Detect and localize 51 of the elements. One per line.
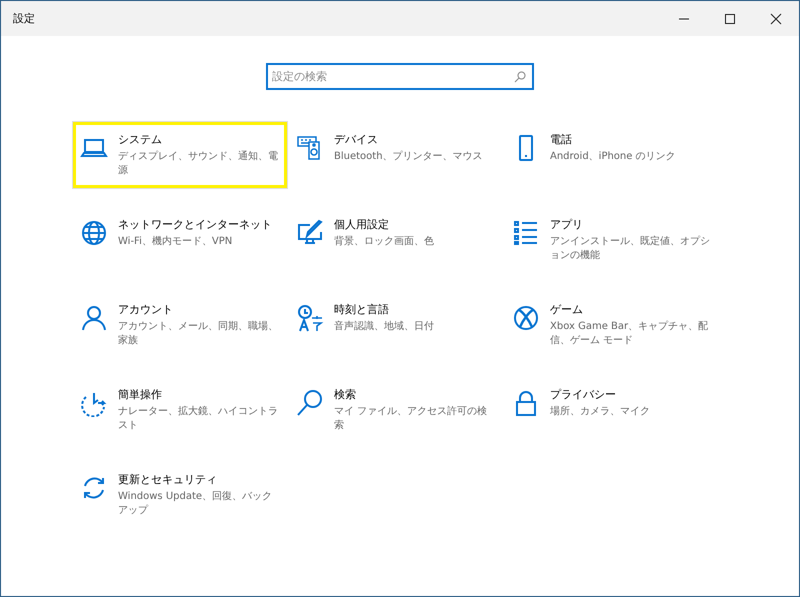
x-circle-icon bbox=[512, 304, 540, 332]
category-description: Wi-Fi、機内モード、VPN bbox=[118, 235, 234, 249]
person-icon bbox=[80, 304, 108, 332]
close-icon bbox=[770, 12, 782, 24]
category-description: アカウント、メール、同期、職場、家族 bbox=[118, 320, 279, 348]
maximize-icon bbox=[724, 12, 736, 24]
list-icon bbox=[512, 219, 540, 247]
category-title: システム bbox=[118, 132, 163, 147]
globe-icon bbox=[80, 219, 108, 247]
settings-category[interactable]: 個人用設定 背景、ロック画面、色 bbox=[289, 207, 503, 271]
settings-category[interactable]: ゲーム Xbox Game Bar、キャプチャ、配信、ゲーム モード bbox=[505, 292, 719, 358]
clock-letter-icon bbox=[296, 304, 324, 332]
settings-category[interactable]: 検索 マイ ファイル、アクセス許可の検索 bbox=[289, 377, 503, 443]
category-description: Xbox Game Bar、キャプチャ、配信、ゲーム モード bbox=[550, 320, 710, 348]
settings-category[interactable]: 時刻と言語 音声認識、地域、日付 bbox=[289, 292, 503, 356]
category-description: Windows Update、回復、バックアップ bbox=[118, 490, 274, 518]
search-field[interactable]: 設定の検索 bbox=[266, 63, 534, 90]
category-title: 更新とセキュリティ bbox=[118, 472, 218, 487]
category-title: 検索 bbox=[334, 387, 357, 402]
category-title: アプリ bbox=[550, 217, 584, 232]
search-icon bbox=[296, 389, 324, 417]
category-description: 場所、カメラ、マイク bbox=[550, 405, 651, 419]
search-icon bbox=[514, 71, 526, 83]
category-description: ディスプレイ、サウンド、通知、電源 bbox=[118, 150, 279, 178]
category-description: 音声認識、地域、日付 bbox=[334, 320, 435, 334]
category-title: 時刻と言語 bbox=[334, 302, 390, 317]
category-title: プライバシー bbox=[550, 387, 617, 402]
category-description: Android、iPhone のリンク bbox=[550, 150, 677, 164]
settings-category[interactable]: プライバシー 場所、カメラ、マイク bbox=[505, 377, 719, 441]
settings-category[interactable]: システム ディスプレイ、サウンド、通知、電源 bbox=[73, 122, 287, 188]
settings-category[interactable]: 電話 Android、iPhone のリンク bbox=[505, 122, 719, 186]
category-description: 背景、ロック画面、色 bbox=[334, 235, 435, 249]
settings-category[interactable]: 簡単操作 ナレーター、拡大鏡、ハイコントラスト bbox=[73, 377, 287, 443]
settings-category[interactable]: ネットワークとインターネット Wi-Fi、機内モード、VPN bbox=[73, 207, 287, 271]
category-title: アカウント bbox=[118, 302, 174, 317]
window-title: 設定 bbox=[12, 11, 35, 26]
category-description: マイ ファイル、アクセス許可の検索 bbox=[334, 405, 488, 433]
category-title: ゲーム bbox=[550, 302, 584, 317]
settings-category[interactable]: アカウント アカウント、メール、同期、職場、家族 bbox=[73, 292, 287, 358]
settings-category[interactable]: デバイス Bluetooth、プリンター、マウス bbox=[289, 122, 503, 186]
category-title: 簡単操作 bbox=[118, 387, 163, 402]
category-title: ネットワークとインターネット bbox=[118, 217, 273, 232]
settings-category[interactable]: アプリ アンインストール、既定値、オプションの機能 bbox=[505, 207, 719, 273]
category-description: ナレーター、拡大鏡、ハイコントラスト bbox=[118, 405, 279, 433]
category-title: 電話 bbox=[550, 132, 573, 147]
category-description: アンインストール、既定値、オプションの機能 bbox=[550, 235, 711, 263]
category-title: 個人用設定 bbox=[334, 217, 390, 232]
brush-monitor-icon bbox=[296, 219, 324, 247]
category-description: Bluetooth、プリンター、マウス bbox=[334, 150, 484, 164]
category-title: デバイス bbox=[334, 132, 379, 147]
settings-category[interactable]: 更新とセキュリティ Windows Update、回復、バックアップ bbox=[73, 462, 287, 528]
